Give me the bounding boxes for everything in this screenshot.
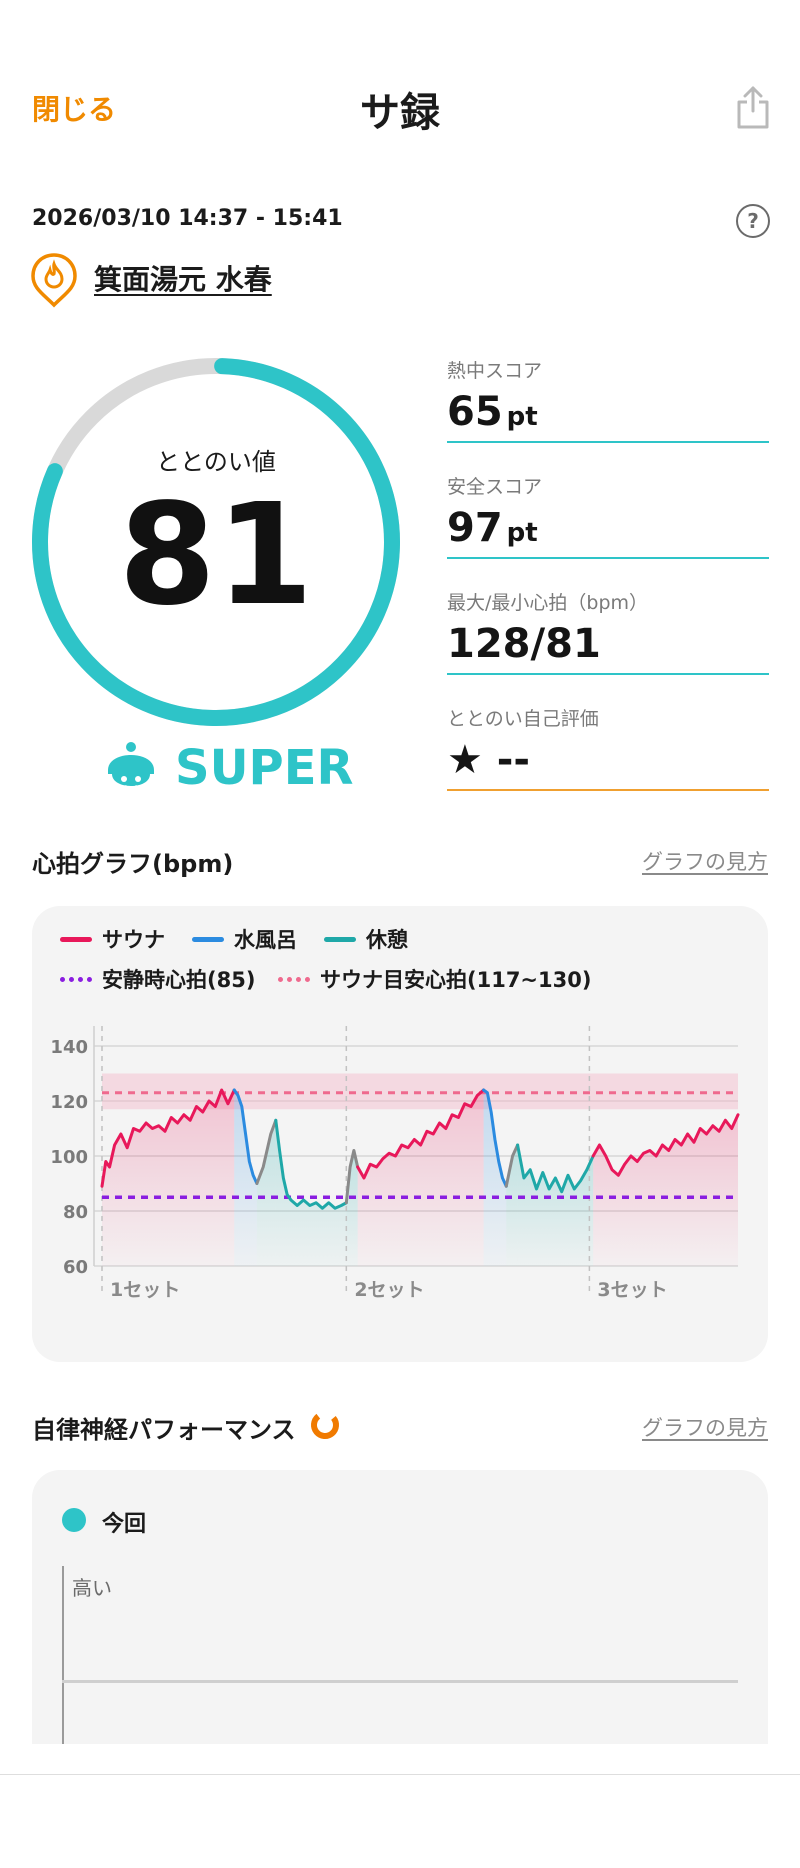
ans-loading-icon (311, 1411, 339, 1439)
rank-label: SUPER (175, 740, 354, 796)
place-name-link[interactable]: 箕面湯元 水春 (94, 258, 272, 298)
ans-y-axis (62, 1566, 64, 1746)
legend-current-label: 今回 (102, 1512, 147, 1537)
stat-divider (447, 789, 769, 791)
legend-swatch (192, 936, 224, 942)
legend-resting-hr: 安静時心拍(85) (60, 964, 255, 994)
transition-area (256, 1120, 276, 1266)
stat-value: 97 pt (447, 505, 538, 551)
stat-label: 最大/最小心拍（bpm） (447, 592, 649, 614)
ans-help-link[interactable]: グラフの見方 (642, 1412, 768, 1442)
stat-heat-score: 熱中スコア 65 pt (447, 356, 769, 443)
stat-value: ★ -- (447, 737, 530, 783)
stat-divider (447, 441, 769, 443)
bottom-bar (0, 1774, 800, 1868)
y-tick-label: 60 (63, 1257, 88, 1278)
set-label: 1セット (110, 1279, 180, 1301)
totonoi-label: ととのい値 (156, 448, 276, 476)
y-tick-label: 80 (63, 1202, 88, 1223)
y-tick-label: 140 (50, 1037, 88, 1058)
session-time-range: 2026/03/10 14:37 - 15:41 (32, 206, 343, 231)
rest-line (274, 1118, 348, 1210)
stat-heart-rate: 最大/最小心拍（bpm） 128/81 (447, 588, 769, 675)
ans-title: 自律神経パフォーマンス (32, 1416, 296, 1444)
rest-area (517, 1145, 594, 1266)
sauna-area (593, 1114, 738, 1266)
set-label: 2セット (354, 1279, 424, 1301)
sauna-area (102, 1090, 235, 1266)
legend-rest: 休憩 (324, 924, 408, 954)
y-tick-label: 100 (50, 1147, 88, 1168)
set-label: 3セット (597, 1279, 667, 1301)
scroll-fade (0, 1744, 800, 1774)
ans-axis-high-label: 高い (72, 1576, 112, 1600)
heart-rate-chart: 140 120 100 80 60 1セット 2セット 3セット (50, 1026, 740, 1301)
legend-current-dot (62, 1508, 86, 1532)
legend-swatch (324, 936, 356, 942)
sauna-area (357, 1090, 484, 1266)
heart-graph-card: サウナ 水風呂 休憩 安静時心拍(85) サウナ目安心拍(117~130) 14… (32, 906, 768, 1362)
stat-label: ととのい自己評価 (447, 708, 599, 730)
share-icon[interactable] (736, 84, 770, 130)
stat-self-rating[interactable]: ととのい自己評価 ★ -- (447, 704, 769, 791)
page-title: サ録 (360, 90, 440, 136)
y-tick-label: 120 (50, 1092, 88, 1113)
heart-graph-title: 心拍グラフ(bpm) (32, 850, 234, 878)
stat-label: 安全スコア (447, 476, 543, 498)
heart-graph-help-link[interactable]: グラフの見方 (642, 846, 768, 876)
legend-swatch (278, 976, 310, 982)
legend-cold: 水風呂 (192, 924, 297, 954)
totonoi-value: 81 (118, 474, 314, 637)
transition-area (346, 1150, 358, 1266)
stat-divider (447, 557, 769, 559)
stat-safety-score: 安全スコア 97 pt (447, 472, 769, 559)
legend-swatch (60, 936, 92, 942)
legend-sauna: サウナ (60, 924, 165, 954)
legend-swatch (60, 976, 92, 982)
help-icon[interactable]: ? (736, 204, 770, 238)
stat-value: 65 pt (447, 389, 538, 435)
sauna-place-icon (31, 253, 77, 308)
legend-sauna-target: サウナ目安心拍(117~130) (278, 964, 591, 994)
rank-mascot-icon (108, 742, 154, 790)
stat-label: 熱中スコア (447, 360, 543, 382)
stat-divider (447, 673, 769, 675)
stat-value: 128/81 (447, 621, 601, 667)
ans-midline (62, 1680, 738, 1683)
